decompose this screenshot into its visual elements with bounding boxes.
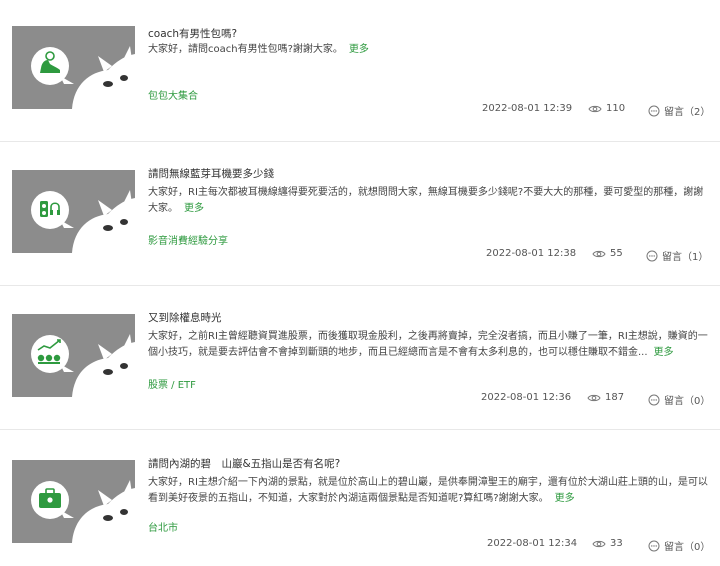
post-title[interactable]: coach有男性包嗎? [148, 26, 237, 41]
reply-count-label: 留言（0） [664, 396, 711, 407]
view-count-value: 33 [610, 538, 623, 549]
post-category-link[interactable]: 台北市 [148, 519, 178, 534]
comment-icon [648, 540, 660, 551]
post-title[interactable]: 又到除權息時光 [148, 310, 222, 325]
post-category-link[interactable]: 包包大集合 [148, 87, 198, 102]
post-excerpt-text: 大家好，RI主想介紹一下內湖的景點，就是位於高山上的碧山巖，是供奉開漳聖王的廟宇… [148, 477, 708, 504]
stock-growth-icon [31, 335, 74, 373]
reply-count-link[interactable]: 留言（2） [648, 103, 710, 118]
reply-count-link[interactable]: 留言（1） [646, 248, 708, 263]
post-date: 2022-08-01 12:34 [487, 538, 578, 549]
post-title[interactable]: 請問內湖的碧 山巖&五指山是否有名呢? [148, 456, 340, 471]
post-excerpt-text: 大家好，RI主每次都被耳機線纏得要死要活的，就想問問大家，無線耳機要多少錢呢?不… [148, 187, 704, 214]
post-excerpt-text: 大家好，請問coach有男性包嗎?謝謝大家。 [148, 44, 343, 55]
post-thumbnail[interactable] [12, 460, 135, 543]
reply-count-link[interactable]: 留言（0） [648, 538, 710, 553]
post-category-link[interactable]: 股票 / ETF [148, 376, 196, 391]
view-count: 110 [588, 103, 625, 114]
eye-icon [587, 394, 601, 401]
view-count-value: 55 [610, 248, 623, 259]
post-excerpt: 大家好，RI主想介紹一下內湖的景點，就是位於高山上的碧山巖，是供奉開漳聖王的廟宇… [148, 475, 708, 507]
post-thumbnail[interactable] [12, 314, 135, 397]
mascot-icon [72, 480, 135, 543]
reply-count-label: 留言（2） [664, 107, 711, 118]
post-thumbnail[interactable] [12, 26, 135, 109]
mascot-icon [72, 46, 135, 109]
view-count: 33 [592, 538, 623, 549]
post-category-link[interactable]: 影音消費經驗分享 [148, 232, 228, 247]
comment-icon [646, 250, 658, 261]
eye-icon [592, 250, 606, 257]
more-link[interactable]: 更多 [349, 44, 369, 55]
reply-count-label: 留言（0） [664, 542, 711, 553]
reply-count-label: 留言（1） [662, 252, 709, 263]
more-link[interactable]: 更多 [184, 203, 204, 214]
comment-icon [648, 105, 660, 116]
eye-icon [592, 540, 606, 547]
post-date: 2022-08-01 12:36 [481, 392, 572, 403]
post-thumbnail[interactable] [12, 170, 135, 253]
mascot-icon [72, 334, 135, 397]
reply-count-link[interactable]: 留言（0） [648, 392, 710, 407]
view-count: 55 [592, 248, 623, 259]
shoe-icon [31, 47, 74, 85]
post-item: 又到除權息時光 大家好，之前RI主曾經聽資買進股票，而後獲取現金股利，之後再將賣… [0, 286, 720, 430]
mascot-icon [72, 190, 135, 253]
post-item: 請問內湖的碧 山巖&五指山是否有名呢? 大家好，RI主想介紹一下內湖的景點，就是… [0, 430, 720, 566]
view-count: 187 [587, 392, 624, 403]
post-feed: coach有男性包嗎? 大家好，請問coach有男性包嗎?謝謝大家。 更多 包包大… [0, 0, 720, 566]
eye-icon [588, 105, 602, 112]
post-excerpt: 大家好，RI主每次都被耳機線纏得要死要活的，就想問問大家，無線耳機要多少錢呢?不… [148, 185, 708, 217]
post-excerpt: 大家好，請問coach有男性包嗎?謝謝大家。 更多 [148, 42, 708, 58]
more-link[interactable]: 更多 [555, 493, 575, 504]
post-excerpt-text: 大家好，之前RI主曾經聽資買進股票，而後獲取現金股利，之後再將賣掉，完全沒者搞，… [148, 331, 708, 358]
comment-icon [648, 394, 660, 405]
speaker-headphone-icon [31, 191, 74, 229]
post-excerpt: 大家好，之前RI主曾經聽資買進股票，而後獲取現金股利，之後再將賣掉，完全沒者搞，… [148, 329, 708, 361]
view-count-value: 187 [605, 392, 625, 403]
more-link[interactable]: 更多 [654, 347, 674, 358]
briefcase-icon [31, 481, 74, 519]
post-date: 2022-08-01 12:38 [486, 248, 577, 259]
post-item: coach有男性包嗎? 大家好，請問coach有男性包嗎?謝謝大家。 更多 包包大… [0, 0, 720, 142]
post-date: 2022-08-01 12:39 [482, 103, 573, 114]
post-title[interactable]: 請問無線藍芽耳機要多少錢 [148, 166, 274, 181]
post-item: 請問無線藍芽耳機要多少錢 大家好，RI主每次都被耳機線纏得要死要活的，就想問問大… [0, 142, 720, 286]
view-count-value: 110 [606, 103, 626, 114]
